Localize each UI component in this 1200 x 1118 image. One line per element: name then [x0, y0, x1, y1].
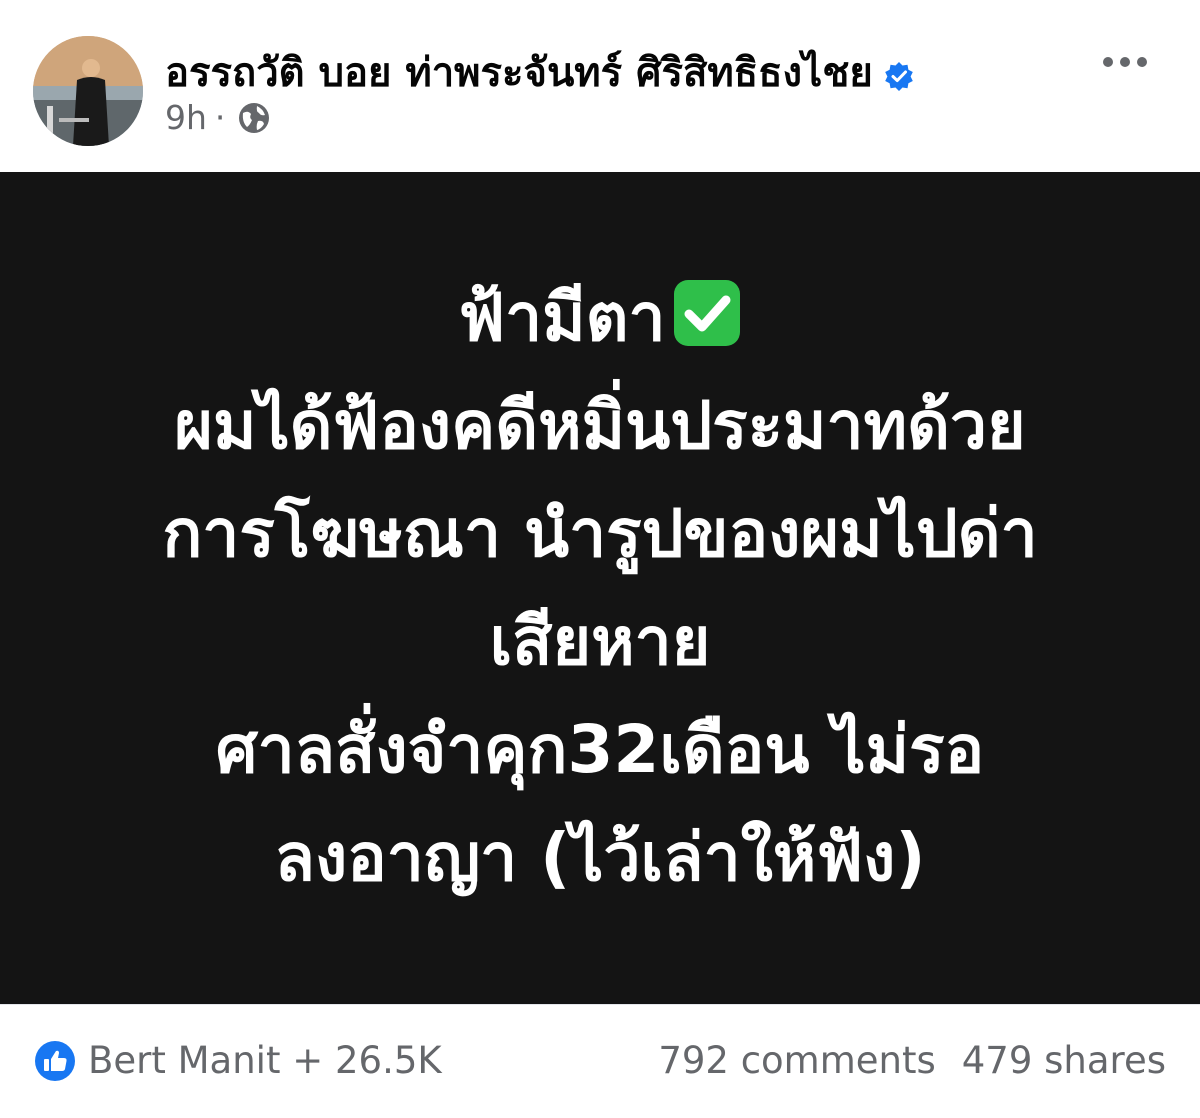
comments-count[interactable]: 792 comments [658, 1039, 935, 1082]
post-footer: Bert Manit + 26.5K 792 comments 479 shar… [0, 1004, 1200, 1118]
reactions-text: Bert Manit + 26.5K [88, 1039, 442, 1082]
check-mark-icon [672, 272, 742, 346]
shares-count[interactable]: 479 shares [962, 1039, 1166, 1082]
image-text-line-1: ฟ้ามีตา [458, 264, 741, 372]
avatar-photo [33, 36, 143, 146]
facebook-post: อรรถวัติ บอย ท่าพระจันทร์ ศิริสิทธิธงไชย… [0, 0, 1200, 1118]
post-time[interactable]: 9h [165, 98, 207, 137]
image-text-line-1-text: ฟ้ามีตา [458, 279, 666, 356]
post-image[interactable]: ฟ้ามีตา ผมได้ฟ้องคดีหมิ่นประมาทด้วย การโ… [0, 172, 1200, 1004]
image-text-line-3: การโฆษณา นำรูปของผมไปด่า [162, 495, 1038, 572]
reactions-summary[interactable]: Bert Manit + 26.5K [34, 1039, 442, 1082]
post-stats: 792 comments 479 shares [658, 1039, 1166, 1082]
verified-badge-icon [883, 56, 915, 91]
more-options-button[interactable] [1090, 40, 1160, 84]
image-text-line-2: ผมได้ฟ้องคดีหมิ่นประมาทด้วย [174, 387, 1026, 464]
meta-separator: · [214, 98, 226, 137]
globe-icon[interactable] [237, 101, 271, 135]
author-name[interactable]: อรรถวัติ บอย ท่าพระจันทร์ ศิริสิทธิธงไชย [165, 40, 915, 104]
image-text-line-5: ศาลสั่งจำคุก32เดือน ไม่รอ [215, 711, 985, 788]
post-meta: 9h · [165, 98, 271, 137]
image-text-line-6: ลงอาญา (ไว้เล่าให้ฟัง) [274, 819, 926, 896]
post-header: อรรถวัติ บอย ท่าพระจันทร์ ศิริสิทธิธงไชย… [0, 0, 1200, 172]
like-reaction-icon [34, 1040, 76, 1082]
image-text-line-4: เสียหาย [489, 603, 711, 680]
author-avatar[interactable] [33, 36, 143, 146]
author-name-text[interactable]: อรรถวัติ บอย ท่าพระจันทร์ ศิริสิทธิธงไชย [165, 40, 873, 104]
more-icon [1103, 57, 1147, 67]
